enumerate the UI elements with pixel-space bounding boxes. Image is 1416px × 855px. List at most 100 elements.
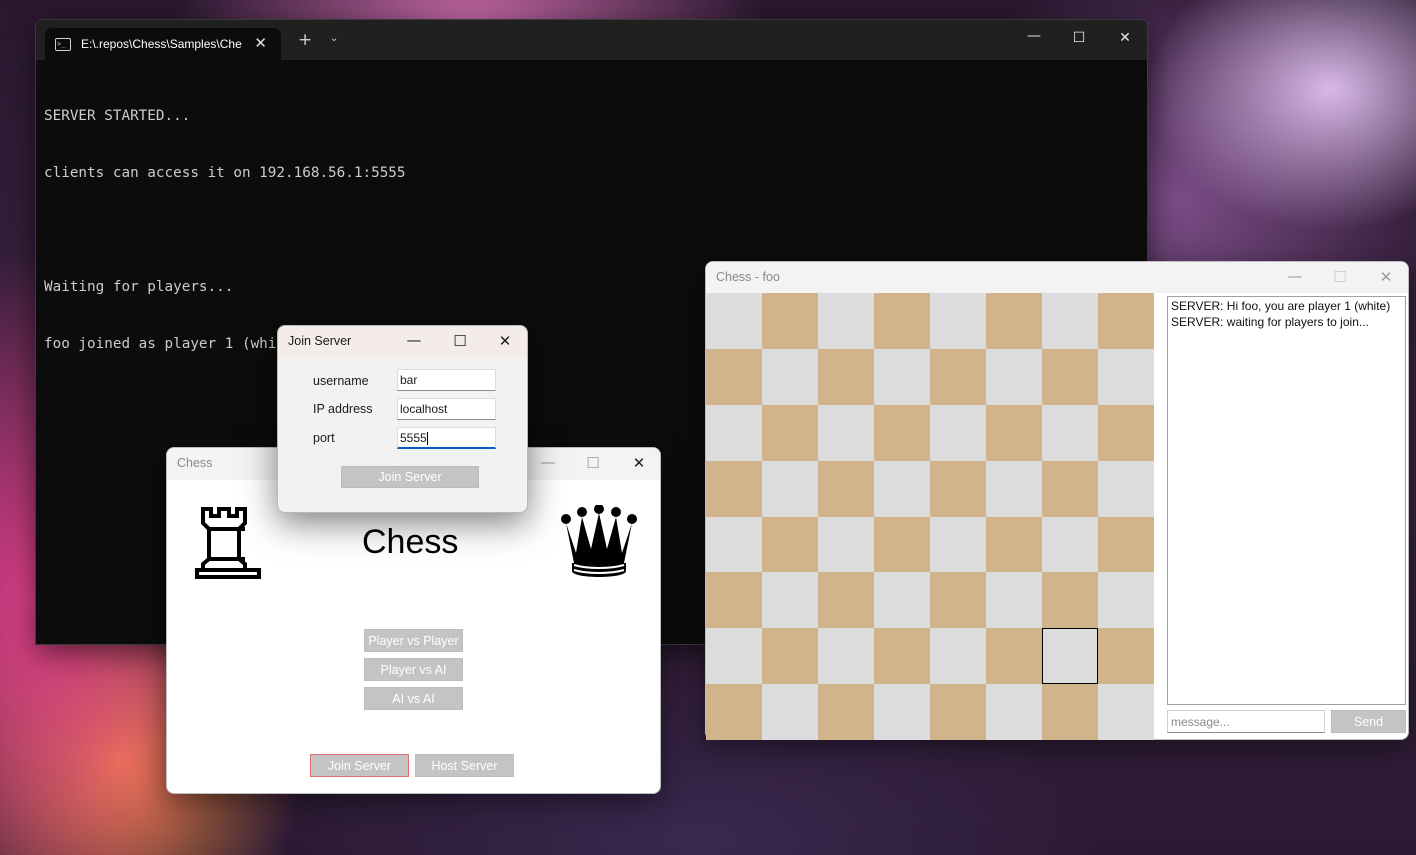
board-square-h8[interactable] [1098, 293, 1154, 349]
board-square-c3[interactable] [818, 572, 874, 629]
minimize-icon[interactable]: — [1024, 28, 1044, 44]
chevron-down-icon[interactable]: ⌄ [330, 33, 338, 44]
maximize-icon: ☐ [586, 454, 600, 472]
board-square-e1[interactable] [930, 684, 986, 741]
close-icon[interactable]: ✕ [1115, 30, 1135, 46]
player-vs-ai-button[interactable]: Player vs AI [364, 658, 463, 681]
queen-icon [561, 505, 637, 577]
maximize-icon[interactable]: ☐ [1069, 30, 1089, 46]
board-square-c4[interactable] [818, 516, 874, 573]
send-button[interactable]: Send [1331, 710, 1406, 733]
text-caret [426, 432, 428, 446]
board-square-f2[interactable] [986, 628, 1042, 685]
board-square-c8[interactable] [818, 293, 874, 349]
board-square-f5[interactable] [986, 460, 1042, 517]
board-square-d5[interactable] [874, 460, 930, 517]
join-server-submit-button[interactable]: Join Server [341, 466, 479, 488]
join-server-button[interactable]: Join Server [310, 754, 409, 777]
close-icon[interactable]: ✕ [629, 454, 649, 472]
chess-heading: Chess [362, 523, 459, 561]
board-square-f8[interactable] [986, 293, 1042, 349]
board-square-c6[interactable] [818, 404, 874, 461]
board-square-b5[interactable] [762, 460, 818, 517]
board-square-b7[interactable] [762, 348, 818, 405]
board-square-b4[interactable] [762, 516, 818, 573]
minimize-icon[interactable]: — [404, 331, 424, 349]
chess-board[interactable] [706, 293, 1154, 741]
board-square-f6[interactable] [986, 404, 1042, 461]
board-square-g3[interactable] [1042, 572, 1098, 629]
board-square-g4[interactable] [1042, 516, 1098, 573]
board-square-a6[interactable] [706, 404, 762, 461]
host-server-button[interactable]: Host Server [415, 754, 514, 777]
board-square-b2[interactable] [762, 628, 818, 685]
board-square-a4[interactable] [706, 516, 762, 573]
board-square-b1[interactable] [762, 684, 818, 741]
message-input[interactable]: message... [1167, 710, 1325, 733]
board-square-e6[interactable] [930, 404, 986, 461]
board-square-f1[interactable] [986, 684, 1042, 741]
board-square-e4[interactable] [930, 516, 986, 573]
board-square-g8[interactable] [1042, 293, 1098, 349]
username-field[interactable]: bar [397, 369, 496, 391]
board-square-g2[interactable] [1042, 628, 1098, 685]
board-square-f4[interactable] [986, 516, 1042, 573]
board-square-h7[interactable] [1098, 348, 1154, 405]
chat-log: SERVER: Hi foo, you are player 1 (white)… [1167, 296, 1406, 705]
close-icon[interactable]: ✕ [1376, 268, 1396, 286]
player-vs-player-button[interactable]: Player vs Player [364, 629, 463, 652]
board-square-c1[interactable] [818, 684, 874, 741]
board-square-a7[interactable] [706, 348, 762, 405]
board-square-d6[interactable] [874, 404, 930, 461]
close-icon[interactable]: ✕ [495, 332, 515, 350]
board-square-e5[interactable] [930, 460, 986, 517]
board-square-e7[interactable] [930, 348, 986, 405]
board-square-h2[interactable] [1098, 628, 1154, 685]
board-square-g1[interactable] [1042, 684, 1098, 741]
board-square-a1[interactable] [706, 684, 762, 741]
board-square-d2[interactable] [874, 628, 930, 685]
board-square-b6[interactable] [762, 404, 818, 461]
board-square-d8[interactable] [874, 293, 930, 349]
board-square-c7[interactable] [818, 348, 874, 405]
board-square-b8[interactable] [762, 293, 818, 349]
port-field[interactable]: 5555 [397, 427, 496, 449]
board-square-h3[interactable] [1098, 572, 1154, 629]
board-square-a8[interactable] [706, 293, 762, 349]
board-square-a3[interactable] [706, 572, 762, 629]
board-square-a5[interactable] [706, 460, 762, 517]
close-tab-icon[interactable]: ✕ [254, 34, 267, 52]
board-square-d4[interactable] [874, 516, 930, 573]
board-square-f3[interactable] [986, 572, 1042, 629]
terminal-tab-title: E:\.repos\Chess\Samples\Che [81, 37, 242, 51]
ip-address-field[interactable]: localhost [397, 398, 496, 420]
board-square-g5[interactable] [1042, 460, 1098, 517]
window-title: Chess [177, 456, 213, 470]
ai-vs-ai-button[interactable]: AI vs AI [364, 687, 463, 710]
maximize-icon[interactable]: ☐ [450, 332, 470, 350]
board-square-b3[interactable] [762, 572, 818, 629]
new-tab-button[interactable]: + [298, 30, 312, 50]
board-square-g7[interactable] [1042, 348, 1098, 405]
board-square-h1[interactable] [1098, 684, 1154, 741]
board-square-h4[interactable] [1098, 516, 1154, 573]
board-square-d7[interactable] [874, 348, 930, 405]
port-label: port [313, 431, 335, 445]
board-square-d1[interactable] [874, 684, 930, 741]
minimize-icon[interactable]: — [538, 453, 558, 471]
board-square-e3[interactable] [930, 572, 986, 629]
board-square-g6[interactable] [1042, 404, 1098, 461]
board-square-h5[interactable] [1098, 460, 1154, 517]
board-square-a2[interactable] [706, 628, 762, 685]
board-square-d3[interactable] [874, 572, 930, 629]
board-square-c5[interactable] [818, 460, 874, 517]
terminal-line: SERVER STARTED... [44, 108, 191, 124]
board-square-e2[interactable] [930, 628, 986, 685]
terminal-tab[interactable]: >_ E:\.repos\Chess\Samples\Che ✕ [45, 28, 281, 60]
board-square-c2[interactable] [818, 628, 874, 685]
board-square-f7[interactable] [986, 348, 1042, 405]
board-square-h6[interactable] [1098, 404, 1154, 461]
minimize-icon[interactable]: — [1285, 267, 1305, 285]
board-square-e8[interactable] [930, 293, 986, 349]
